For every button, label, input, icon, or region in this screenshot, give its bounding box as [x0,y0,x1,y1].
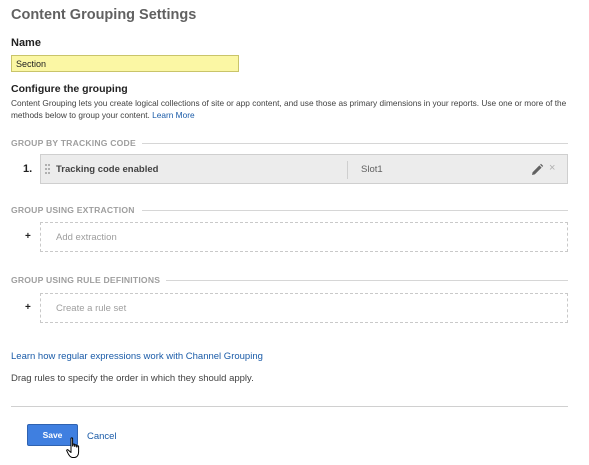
close-icon[interactable]: × [549,162,555,174]
create-rule-set-button[interactable]: Create a rule set [40,293,568,323]
configure-description: Content Grouping lets you create logical… [11,97,586,121]
description-text: Content Grouping lets you create logical… [11,98,567,120]
name-label: Name [11,37,41,49]
footer-divider [11,406,568,407]
hand-pointer-cursor-icon [66,437,82,459]
extraction-section-heading: GROUP USING EXTRACTION [11,205,135,215]
add-extraction-button[interactable]: Add extraction [40,222,568,252]
extraction-section-divider [142,210,568,211]
tracking-row-index: 1. [23,163,33,175]
pencil-icon[interactable] [530,163,544,177]
create-rule-set-label: Create a rule set [56,303,127,314]
tracking-code-label: Tracking code enabled [56,164,159,175]
add-extraction-label: Add extraction [56,232,117,243]
rules-section-heading: GROUP USING RULE DEFINITIONS [11,275,161,285]
regex-help-link[interactable]: Learn how regular expressions work with … [11,351,263,362]
name-input[interactable] [11,55,239,72]
plus-icon: + [25,302,31,313]
configure-heading: Configure the grouping [11,83,128,95]
tracking-code-slot: Slot1 [361,164,383,175]
tracking-code-row[interactable]: Tracking code enabled Slot1 × [40,154,568,184]
row-separator [347,161,348,179]
tracking-code-section-divider [142,143,568,144]
drag-rules-note: Drag rules to specify the order in which… [11,373,254,384]
rules-section-divider [166,280,568,281]
cancel-link[interactable]: Cancel [87,431,117,442]
page-title: Content Grouping Settings [11,7,197,23]
drag-handle-icon[interactable] [45,164,51,176]
plus-icon: + [25,231,31,242]
learn-more-link[interactable]: Learn More [152,110,194,120]
tracking-code-section-heading: GROUP BY TRACKING CODE [11,138,136,148]
